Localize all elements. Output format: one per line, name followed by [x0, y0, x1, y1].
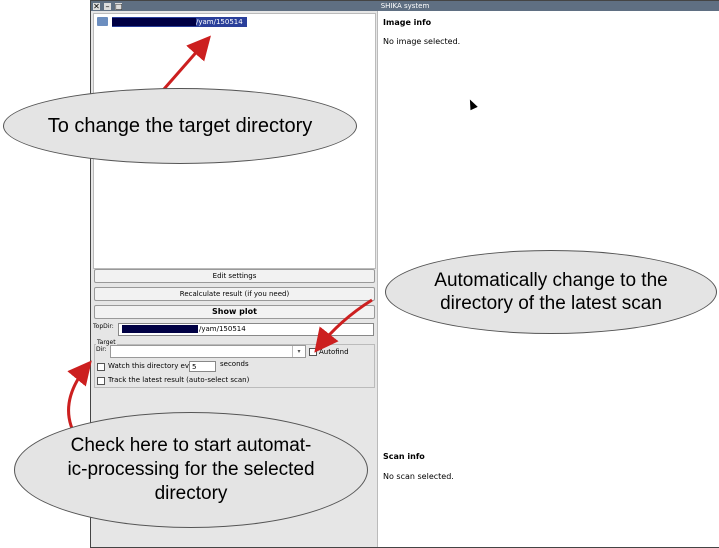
autofind-label: Autofind: [319, 348, 349, 356]
maximize-icon[interactable]: □: [115, 2, 123, 10]
callout-check-line3: directory: [154, 483, 228, 504]
callout-check-line1: Check here to start automat-: [70, 435, 312, 456]
minimize-icon[interactable]: –: [104, 2, 111, 10]
track-latest-label: Track the latest result (auto-select sca…: [108, 376, 250, 384]
redacted-path: [122, 325, 198, 333]
topdir-field[interactable]: /yam/150514: [118, 323, 374, 336]
callout-auto-change-line2: directory of the latest scan: [440, 293, 662, 314]
title-bar: ✕ – □ SHIKA system: [91, 1, 719, 11]
dir-label: Dir:: [96, 346, 107, 353]
show-plot-button[interactable]: Show plot: [94, 305, 375, 319]
recalculate-button[interactable]: Recalculate result (if you need): [94, 287, 375, 301]
topdir-value: /yam/150514: [199, 325, 246, 333]
callout-change-dir-text: To change the target directory: [47, 114, 313, 137]
tree-item-selected[interactable]: /yam/150514: [112, 17, 247, 27]
callout-check-here: Check here to start automat- ic-processi…: [14, 412, 368, 528]
tree-item-label: /yam/150514: [196, 18, 243, 26]
callout-change-dir: To change the target directory: [3, 88, 357, 164]
watch-directory-checkbox[interactable]: [97, 363, 105, 371]
chevron-down-icon[interactable]: ▾: [292, 346, 305, 357]
redacted-path: [112, 18, 196, 26]
image-info-message: No image selected.: [383, 37, 461, 46]
callout-auto-change-line1: Automatically change to the: [434, 270, 668, 291]
topdir-label: TopDir:: [93, 323, 114, 330]
callout-check-line2: ic-processing for the selected: [67, 459, 315, 480]
seconds-label: seconds: [220, 360, 249, 368]
callout-auto-change: Automatically change to the directory of…: [385, 250, 717, 334]
window-title: SHIKA system: [380, 2, 430, 10]
image-info-title: Image info: [383, 18, 432, 27]
folder-icon: [97, 17, 108, 26]
dir-combobox[interactable]: ▾: [110, 345, 306, 358]
scan-info-title: Scan info: [383, 452, 425, 461]
autofind-checkbox[interactable]: [309, 348, 317, 356]
close-icon[interactable]: ✕: [93, 2, 100, 10]
watch-interval-spinbox[interactable]: 5: [189, 361, 216, 372]
scan-info-message: No scan selected.: [383, 472, 454, 481]
track-latest-checkbox[interactable]: [97, 377, 105, 385]
edit-settings-button[interactable]: Edit settings: [94, 269, 375, 283]
watch-directory-label: Watch this directory every: [108, 362, 201, 370]
